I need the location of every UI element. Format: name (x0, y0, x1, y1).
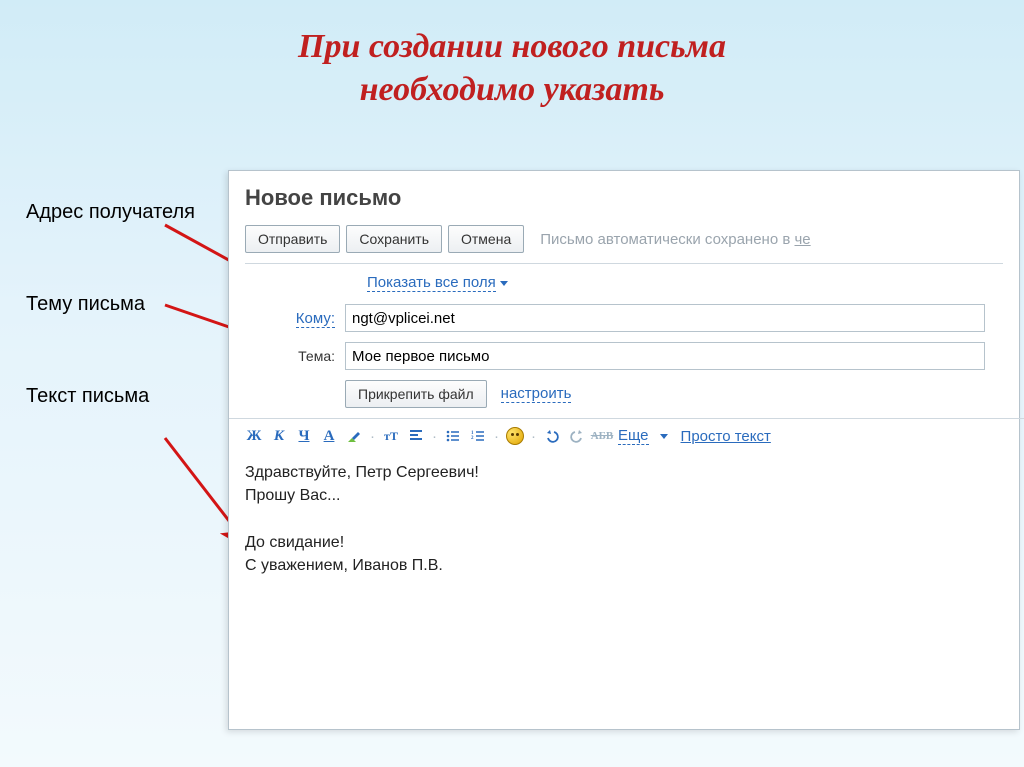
subject-label: Тема: (298, 348, 335, 364)
configure-link[interactable]: настроить (501, 385, 572, 403)
cancel-button[interactable]: Отмена (448, 225, 524, 253)
label-body: Текст письма (26, 384, 206, 408)
chevron-down-icon (500, 281, 508, 286)
compose-toolbar: Отправить Сохранить Отмена Письмо автома… (245, 225, 1003, 253)
attach-row: Прикрепить файл настроить (345, 380, 1003, 408)
show-all-fields-link[interactable]: Показать все поля (367, 274, 496, 292)
label-recipient: Адрес получателя (26, 200, 206, 224)
smiley-icon[interactable] (506, 427, 524, 445)
save-button[interactable]: Сохранить (346, 225, 442, 253)
font-size-icon[interactable]: тТ (382, 427, 400, 445)
bullet-list-icon[interactable] (444, 427, 462, 445)
chevron-down-icon (660, 434, 668, 439)
svg-text:2: 2 (471, 436, 474, 441)
attach-file-button[interactable]: Прикрепить файл (345, 380, 487, 408)
redo-icon[interactable] (568, 427, 586, 445)
compose-title: Новое письмо (245, 185, 1003, 211)
slide-title: При создании нового письма необходимо ук… (0, 0, 1024, 111)
subject-row: Тема: (345, 342, 1003, 370)
message-body[interactable]: Здравствуйте, Петр Сергеевич! Прошу Вас.… (245, 461, 1003, 577)
font-color-icon[interactable]: А (320, 427, 338, 445)
to-label-link[interactable]: Кому: (296, 310, 335, 328)
format-toolbar: Ж К Ч А · тТ · 12 · (245, 419, 1003, 451)
align-icon[interactable] (407, 427, 425, 445)
label-subject: Тему письма (26, 292, 206, 316)
strike-icon[interactable]: АБВ (593, 427, 611, 445)
italic-icon[interactable]: К (270, 427, 288, 445)
subject-input[interactable] (345, 342, 985, 370)
plain-text-link[interactable]: Просто текст (681, 428, 771, 445)
to-input[interactable] (345, 304, 985, 332)
to-row: Кому: (345, 304, 1003, 332)
highlight-icon[interactable] (345, 427, 363, 445)
undo-icon[interactable] (543, 427, 561, 445)
underline-icon[interactable]: Ч (295, 427, 313, 445)
autosave-text: Письмо автоматически сохранено в че (540, 231, 810, 248)
callout-labels: Адрес получателя Тему письма Текст письм… (26, 200, 206, 476)
more-format-link[interactable]: Еще (618, 427, 649, 445)
bold-icon[interactable]: Ж (245, 427, 263, 445)
number-list-icon[interactable]: 12 (469, 427, 487, 445)
compose-window: Новое письмо Отправить Сохранить Отмена … (228, 170, 1020, 730)
send-button[interactable]: Отправить (245, 225, 340, 253)
